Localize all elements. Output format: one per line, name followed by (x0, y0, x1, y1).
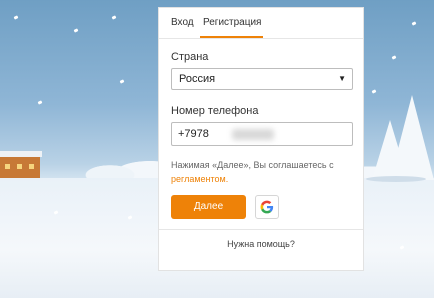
divider (159, 229, 363, 230)
snowflake (111, 15, 117, 20)
snowy-tree (390, 95, 434, 180)
help-link[interactable]: Нужна помощь? (159, 239, 363, 249)
active-tab-indicator (200, 36, 263, 38)
terms-text: Нажимая «Далее», Вы соглашаетесь с (171, 160, 334, 170)
snowflake (13, 15, 19, 20)
terms-link[interactable]: регламентом. (171, 174, 228, 184)
tab-register[interactable]: Регистрация (203, 17, 261, 28)
snowflake (73, 28, 79, 33)
snowflake (37, 100, 43, 105)
terms-note: Нажимая «Далее», Вы соглашаетесь с регла… (171, 158, 357, 186)
next-button[interactable]: Далее (171, 195, 246, 219)
dropdown-arrow-icon: ▼ (338, 74, 346, 83)
snowflake (119, 79, 125, 84)
google-login-button[interactable] (255, 195, 279, 219)
country-value: Россия (179, 73, 216, 85)
country-select[interactable]: Россия ▼ (171, 68, 353, 90)
tab-bar: Вход Регистрация (159, 8, 363, 39)
phone-input[interactable]: +7978 (171, 122, 353, 146)
google-icon (260, 200, 274, 214)
phone-label: Номер телефона (171, 105, 259, 117)
tree-shadow (366, 176, 426, 182)
registration-panel: Вход Регистрация Страна Россия ▼ Номер т… (158, 7, 364, 271)
snowflake (411, 21, 417, 26)
snowflake (391, 55, 397, 60)
phone-value: +7978 (178, 128, 209, 140)
country-label: Страна (171, 51, 209, 63)
tab-login[interactable]: Вход (171, 17, 194, 28)
house-illustration (0, 151, 42, 178)
obscured-digits (232, 129, 274, 140)
snowflake (371, 89, 377, 94)
